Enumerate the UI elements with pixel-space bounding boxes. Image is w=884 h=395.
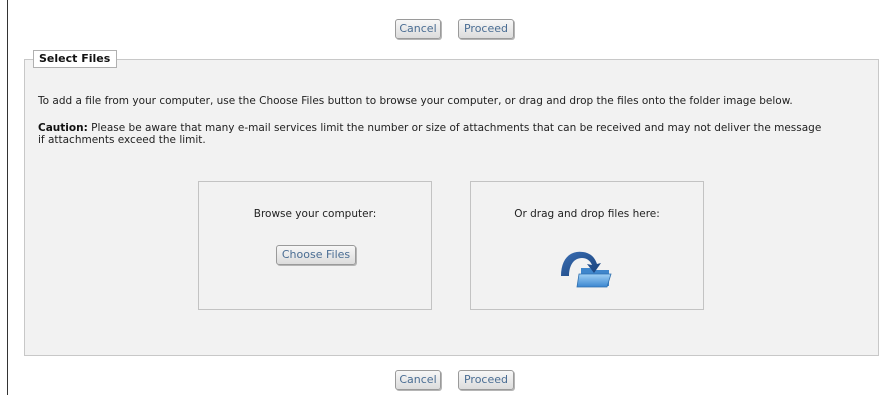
caution-text: Caution: Please be aware that many e-mai…: [38, 122, 828, 146]
caution-message: Please be aware that many e-mail service…: [38, 122, 822, 146]
page: Cancel Proceed Select Files To add a fil…: [0, 0, 884, 395]
browse-label: Browse your computer:: [253, 208, 377, 220]
cancel-button-top[interactable]: Cancel: [395, 19, 441, 39]
caution-label: Caution:: [38, 122, 88, 134]
drop-label: Or drag and drop files here:: [514, 208, 660, 220]
folder-drop-icon[interactable]: [557, 246, 615, 288]
drop-zone[interactable]: Or drag and drop files here:: [470, 181, 704, 310]
cancel-button-bottom[interactable]: Cancel: [395, 370, 441, 390]
instructions-text: To add a file from your computer, use th…: [38, 95, 793, 107]
select-files-legend: Select Files: [33, 50, 118, 68]
proceed-button-top[interactable]: Proceed: [458, 19, 514, 39]
left-border: [7, 0, 8, 395]
browse-box: Browse your computer: Choose Files: [198, 181, 432, 310]
choose-files-button[interactable]: Choose Files: [276, 245, 356, 265]
proceed-button-bottom[interactable]: Proceed: [458, 370, 514, 390]
